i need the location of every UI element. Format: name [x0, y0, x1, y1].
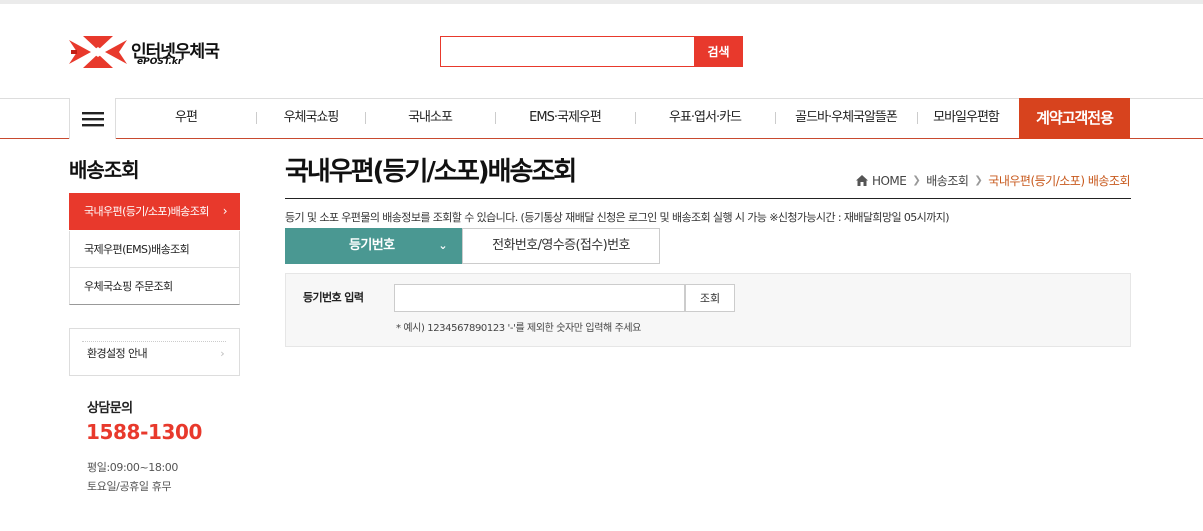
top-border	[0, 0, 1203, 4]
tab-label: 등기번호	[349, 238, 395, 253]
tracking-form: 등기번호 입력 조회 * 예시) 1234567890123 '-'를 제외한 …	[285, 273, 1131, 347]
lnb-item-domestic[interactable]: 국내우편(등기/소포)배송조회 ›	[69, 193, 240, 230]
env-settings-box: 환경설정 안내 ›	[69, 328, 240, 376]
tracking-number-label: 등기번호 입력	[303, 291, 364, 304]
lnb-item-label: 국내우편(등기/소포)배송조회	[84, 205, 209, 218]
chevron-right-icon: ›	[222, 204, 228, 218]
gnb-divider	[495, 112, 496, 124]
breadcrumb: HOME ❯ 배송조회 ❯ 국내우편(등기/소포) 배송조회	[855, 172, 1130, 189]
gnb-divider	[775, 112, 776, 124]
gnb-divider	[635, 112, 636, 124]
breadcrumb-tracking[interactable]: 배송조회	[926, 172, 969, 189]
tab-registered-number[interactable]: 등기번호 ⌄	[285, 228, 463, 264]
tab-phone-receipt-number[interactable]: 전화번호/영수증(접수)번호	[462, 228, 660, 264]
chevron-down-icon: ⌄	[438, 239, 447, 252]
cs-hours-weekend: 토요일/공휴일 휴무	[87, 480, 172, 493]
menu-button[interactable]	[69, 98, 116, 139]
tracking-number-input[interactable]	[394, 284, 685, 312]
title-divider	[285, 198, 1131, 199]
lnb-title: 배송조회	[69, 158, 140, 182]
hamburger-icon	[81, 111, 104, 126]
gnb-item-stamps[interactable]: 우표·엽서·카드	[649, 99, 761, 138]
breadcrumb-current: 국내우편(등기/소포) 배송조회	[988, 174, 1130, 188]
page-title: 국내우편(등기/소포)배송조회	[285, 157, 577, 187]
env-settings-label: 환경설정 안내	[87, 347, 148, 360]
gnb-item-parcel[interactable]: 국내소포	[393, 99, 467, 138]
epost-logo-icon	[69, 36, 127, 68]
gnb-item-shopping[interactable]: 우체국쇼핑	[270, 99, 352, 138]
page-description: 등기 및 소포 우편물의 배송정보를 조회할 수 있습니다. (등기통상 재배달…	[285, 211, 950, 224]
chevron-right-icon: ›	[220, 347, 224, 360]
gnb-item-ems[interactable]: EMS·국제우편	[515, 99, 615, 138]
gnb-divider	[917, 112, 918, 124]
lnb-item-ems[interactable]: 국제우편(EMS)배송조회	[69, 231, 240, 268]
lnb-item-shopping-order[interactable]: 우체국쇼핑 주문조회	[69, 268, 240, 305]
gnb-item-goldbar[interactable]: 골드바·우체국알뜰폰	[783, 99, 909, 138]
gnb-divider	[256, 112, 257, 124]
tracking-number-hint: * 예시) 1234567890123 '-'를 제외한 숫자만 입력해 주세요	[396, 323, 641, 334]
logo-subtext: ePOST.kr	[137, 57, 183, 67]
lookup-button[interactable]: 조회	[685, 284, 735, 312]
epost-logo[interactable]: 인터넷우체국 ePOST.kr	[69, 34, 239, 72]
breadcrumb-home[interactable]: HOME	[872, 174, 907, 188]
contract-customer-button[interactable]: 계약고객전용	[1019, 98, 1130, 139]
search-input[interactable]	[440, 36, 695, 67]
gnb-item-mobile-mailbox[interactable]: 모바일우편함	[924, 99, 1008, 138]
global-nav: 우편 우체국쇼핑 국내소포 EMS·국제우편 우표·엽서·카드 골드바·우체국알…	[0, 98, 1203, 139]
home-icon	[855, 175, 868, 186]
gnb-item-mail[interactable]: 우편	[160, 99, 212, 138]
gnb-divider	[365, 112, 366, 124]
cs-hours-weekday: 평일:09:00~18:00	[87, 461, 178, 474]
env-settings-link[interactable]: 환경설정 안내 ›	[82, 341, 226, 365]
search-button[interactable]: 검색	[694, 36, 743, 67]
cs-phone: 1588-1300	[86, 420, 203, 444]
lnb-item-label: 국제우편(EMS)배송조회	[84, 243, 190, 256]
chevron-right-icon: ❯	[912, 175, 921, 186]
cs-title: 상담문의	[87, 401, 133, 416]
chevron-right-icon: ❯	[974, 175, 983, 186]
lnb-item-label: 우체국쇼핑 주문조회	[84, 280, 173, 293]
